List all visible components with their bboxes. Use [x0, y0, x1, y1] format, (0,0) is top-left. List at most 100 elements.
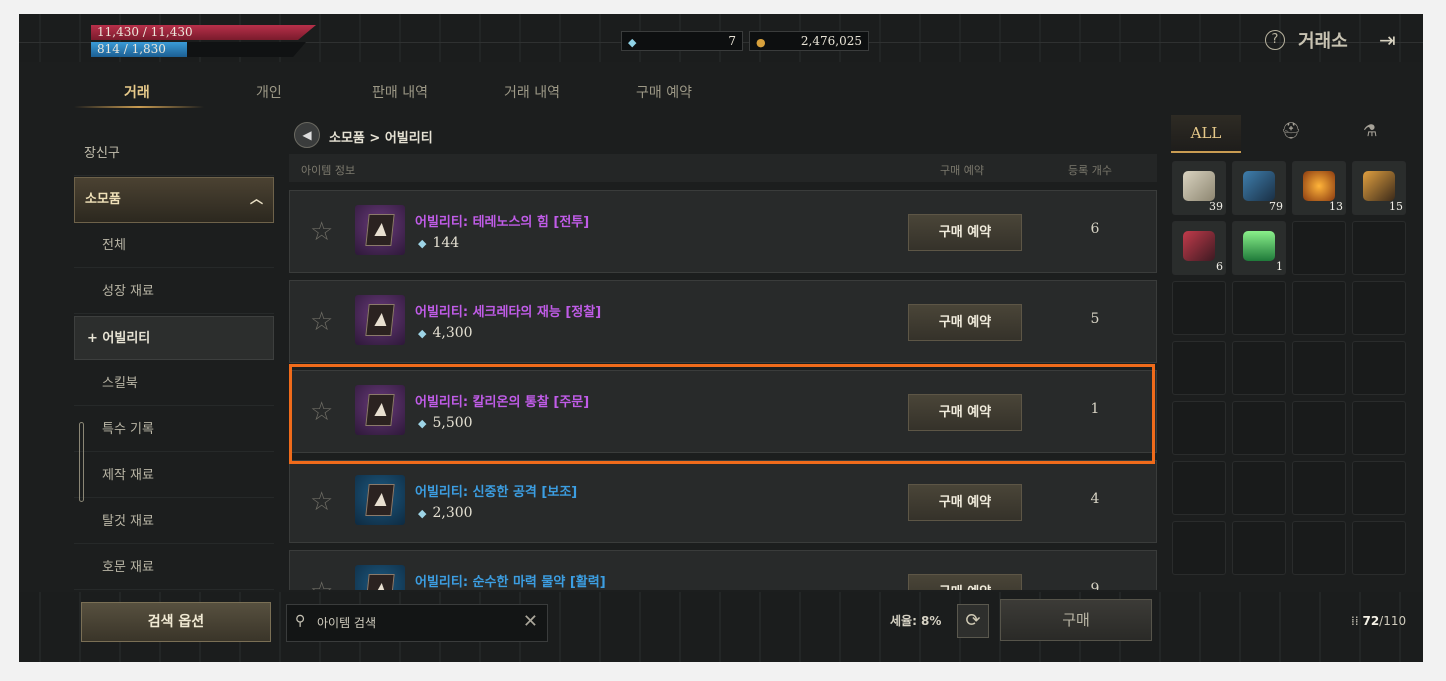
- inventory-slot[interactable]: [1172, 281, 1226, 335]
- sidebar-item-ability[interactable]: + 어빌리티: [74, 316, 274, 360]
- inventory-tabs: ALL ⛑ ⚗: [1171, 115, 1411, 153]
- inventory-slot[interactable]: [1352, 401, 1406, 455]
- reserve-button[interactable]: 구매 예약: [908, 214, 1022, 251]
- sidebar-item-special-record[interactable]: 특수 기록: [74, 408, 274, 452]
- gem-icon: ◆: [418, 327, 427, 340]
- ore-icon: [1363, 171, 1395, 201]
- green-potion-icon: [1243, 231, 1275, 261]
- highlight-box: [289, 364, 1155, 464]
- listing-count: 5: [1090, 311, 1100, 327]
- inventory-slot[interactable]: [1172, 521, 1226, 575]
- potion-flask-icon[interactable]: ⚗: [1363, 121, 1377, 140]
- tab-personal[interactable]: 개인: [256, 82, 282, 102]
- tab-trade[interactable]: 거래: [124, 82, 150, 102]
- inventory-slot[interactable]: [1292, 401, 1346, 455]
- listing-count: 4: [1090, 491, 1100, 507]
- inventory-slot[interactable]: [1352, 521, 1406, 575]
- sidebar-item-crafting[interactable]: 제작 재료: [74, 454, 274, 498]
- listing-count: 9: [1090, 581, 1100, 590]
- red-ore-icon: [1183, 231, 1215, 261]
- tab-trade-history[interactable]: 거래 내역: [504, 82, 560, 102]
- item-price: ◆ 2,300: [418, 505, 473, 521]
- inventory-slot[interactable]: [1352, 221, 1406, 275]
- sidebar-item-homun[interactable]: 호문 재료: [74, 546, 274, 590]
- star-icon[interactable]: ☆: [310, 309, 333, 335]
- list-header: [289, 154, 1157, 182]
- grid-icon: ⁞⁞: [1351, 614, 1359, 628]
- inventory-grid: 39 79 13 15 6 1: [1172, 161, 1412, 601]
- inventory-slot[interactable]: [1172, 401, 1226, 455]
- inventory-slot[interactable]: 39: [1172, 161, 1226, 215]
- inventory-slot[interactable]: [1352, 461, 1406, 515]
- gem-icon: ◆: [628, 36, 637, 49]
- sidebar-item-all[interactable]: 전체: [74, 224, 274, 268]
- item-quantity: 13: [1329, 200, 1343, 213]
- list-item[interactable]: ☆ 어빌리티: 신중한 공격 [보조] ◆ 2,300 구매 예약 4: [289, 460, 1157, 543]
- reserve-button[interactable]: 구매 예약: [908, 574, 1022, 590]
- inventory-slot[interactable]: [1232, 521, 1286, 575]
- inventory-slot[interactable]: [1232, 401, 1286, 455]
- page-title: 거래소: [1298, 31, 1348, 52]
- item-name: 어빌리티: 신중한 공격 [보조]: [415, 485, 578, 500]
- inventory-slot[interactable]: [1232, 341, 1286, 395]
- inventory-slot[interactable]: [1292, 221, 1346, 275]
- ability-book-icon: [355, 475, 405, 525]
- inventory-tab-all[interactable]: ALL: [1171, 115, 1241, 153]
- search-box: ⚲ ✕: [286, 604, 548, 642]
- sidebar-category-consumables[interactable]: 소모품 ︿: [74, 177, 274, 223]
- inventory-slot[interactable]: [1352, 341, 1406, 395]
- refresh-icon[interactable]: ⟳: [957, 604, 989, 638]
- ability-book-icon: [355, 565, 405, 590]
- inventory-slot[interactable]: [1292, 281, 1346, 335]
- inventory-slot[interactable]: 79: [1232, 161, 1286, 215]
- inventory-slot[interactable]: [1352, 281, 1406, 335]
- star-icon[interactable]: ☆: [310, 219, 333, 245]
- list-item[interactable]: ☆ 어빌리티: 테레노스의 힘 [전투] ◆ 144 구매 예약 6: [289, 190, 1157, 273]
- inventory-slot[interactable]: 15: [1352, 161, 1406, 215]
- item-quantity: 79: [1269, 200, 1283, 213]
- item-name: 어빌리티: 순수한 마력 물약 [활력]: [415, 575, 606, 590]
- inventory-slot[interactable]: [1292, 521, 1346, 575]
- list-item[interactable]: ☆ 어빌리티: 세크레타의 재능 [정찰] ◆ 4,300 구매 예약 5: [289, 280, 1157, 363]
- sidebar-item-skillbook[interactable]: 스킬북: [74, 362, 274, 406]
- reserve-button[interactable]: 구매 예약: [908, 304, 1022, 341]
- help-icon[interactable]: ?: [1265, 30, 1285, 50]
- tab-sales-history[interactable]: 판매 내역: [372, 82, 428, 102]
- sidebar-item-accessories[interactable]: 장신구: [74, 132, 274, 176]
- search-options-button[interactable]: 검색 옵션: [81, 602, 271, 642]
- inventory-slot-count: ⁞⁞ 72/110: [1351, 614, 1407, 628]
- inventory-slot[interactable]: 6: [1172, 221, 1226, 275]
- item-price: ◆ 144: [418, 235, 460, 251]
- inventory-slot[interactable]: [1232, 461, 1286, 515]
- sidebar-item-mount[interactable]: 탈것 재료: [74, 500, 274, 544]
- inventory-slot[interactable]: [1172, 341, 1226, 395]
- inventory-slot[interactable]: 1: [1232, 221, 1286, 275]
- sidebar-item-growth[interactable]: 성장 재료: [74, 270, 274, 314]
- reserve-button[interactable]: 구매 예약: [908, 484, 1022, 521]
- active-tab-underline: [74, 106, 204, 108]
- sidebar-scrollbar[interactable]: [79, 422, 84, 502]
- item-name: 어빌리티: 테레노스의 힘 [전투]: [415, 215, 590, 230]
- helmet-icon[interactable]: ⛑: [1281, 121, 1301, 140]
- exit-icon[interactable]: ⇥: [1379, 28, 1396, 52]
- search-input[interactable]: [317, 611, 512, 635]
- hp-bar: 11,430 / 11,430: [91, 25, 316, 40]
- close-icon[interactable]: ✕: [523, 611, 538, 632]
- star-icon[interactable]: ☆: [310, 579, 333, 590]
- inventory-slot[interactable]: [1292, 461, 1346, 515]
- tab-purchase-reservation[interactable]: 구매 예약: [636, 82, 692, 102]
- back-icon[interactable]: ◀: [294, 122, 320, 148]
- inventory-slot[interactable]: [1292, 341, 1346, 395]
- gem-icon: ◆: [418, 237, 427, 250]
- list-item[interactable]: ☆ 어빌리티: 순수한 마력 물약 [활력] 구매 예약 9: [289, 550, 1157, 590]
- inventory-slot[interactable]: [1232, 281, 1286, 335]
- chevron-up-icon: ︿: [249, 192, 263, 207]
- gem-icon: ◆: [418, 507, 427, 520]
- breadcrumb: 소모품 > 어빌리티: [329, 131, 433, 146]
- buy-button[interactable]: 구매: [1000, 599, 1152, 641]
- inventory-slot[interactable]: [1172, 461, 1226, 515]
- star-icon[interactable]: ☆: [310, 489, 333, 515]
- item-quantity: 15: [1389, 200, 1403, 213]
- gem-currency: ◆ 7: [621, 31, 743, 51]
- inventory-slot[interactable]: 13: [1292, 161, 1346, 215]
